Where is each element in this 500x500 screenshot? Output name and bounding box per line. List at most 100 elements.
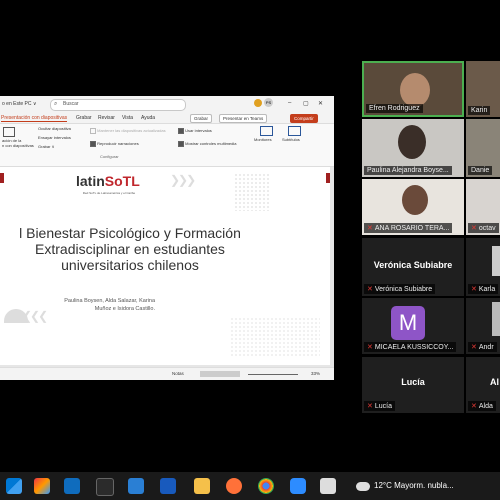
participant-name: ✕ MICAELA KUSSICCOY... — [364, 342, 457, 352]
share-button[interactable]: Compartir — [290, 114, 318, 123]
from-slides-label[interactable]: ación de la n con diapositivas — [2, 138, 34, 148]
show-media-controls-checkbox[interactable]: Mostrar controles multimedia — [178, 141, 236, 147]
participant-tile-octav[interactable]: ✕ octav — [466, 179, 500, 235]
keep-updated-checkbox[interactable]: Mantener las diapositivas actualizadas — [90, 128, 166, 134]
maximize-icon[interactable]: ▢ — [303, 100, 309, 107]
participant-tile-ana[interactable]: ✕ ANA ROSARIO TERA... — [362, 179, 464, 235]
file-explorer-icon[interactable] — [194, 478, 210, 494]
shared-powerpoint-window: o en Este PC ∨ ⌕ Buscar PS – ▢ ✕ Present… — [0, 96, 334, 380]
play-narrations-checkbox[interactable]: Reproducir narraciones — [90, 141, 139, 147]
participant-name: ✕ octav — [468, 223, 499, 233]
participant-name: ✕ Lucía — [364, 401, 395, 411]
tab-slideshow[interactable]: Presentación con diapositivas — [1, 115, 68, 122]
red-accent-bar — [0, 173, 4, 183]
mic-muted-icon: ✕ — [367, 344, 373, 351]
slide-title: l Bienestar Psicológico y Formación Extr… — [19, 225, 241, 273]
search-input[interactable]: ⌕ Buscar — [50, 99, 186, 111]
minimize-icon[interactable]: – — [288, 100, 291, 106]
paint-icon[interactable] — [320, 478, 336, 494]
participant-tile-efren[interactable]: Efren Rodriguez — [362, 61, 464, 117]
logo-subtitle: Red SoTL de Latinoamérica y el Caribe — [82, 191, 136, 195]
tab-help[interactable]: Ayuda — [141, 115, 155, 121]
mic-muted-icon: ✕ — [367, 286, 373, 293]
slide-authors: Paulina Boysen, Alda Salazar, Karina Muñ… — [64, 298, 155, 312]
avatar: M — [391, 306, 425, 340]
zoom-level[interactable]: 33% — [311, 371, 320, 376]
record-dropdown[interactable]: Grabar ∨ — [38, 144, 55, 149]
participant-display-name: Verónica Subiabre — [373, 260, 453, 270]
alert-icon[interactable] — [254, 99, 262, 107]
red-accent-bar-right — [326, 173, 330, 183]
chevrons-decoration: ❯❯❯ — [170, 173, 196, 187]
subtitles-button[interactable]: Subtítulos — [282, 137, 300, 142]
notes-button[interactable]: Notas — [172, 371, 184, 376]
zoom-slider[interactable] — [248, 374, 298, 375]
rehearse-timings-button[interactable]: Ensayar intervalos — [38, 135, 71, 140]
participant-photo — [492, 302, 500, 336]
participant-tile-veronica[interactable]: Verónica Subiabre ✕ Verónica Subiabre — [362, 238, 464, 296]
slide-canvas: latinSoTL Red SoTL de Latinoamérica y el… — [0, 167, 334, 367]
slide[interactable]: latinSoTL Red SoTL de Latinoamérica y el… — [0, 167, 330, 365]
participant-tile-paulina[interactable]: Paulina Alejandra Boyse... — [362, 119, 464, 177]
monitors-button[interactable]: Monitores — [254, 137, 272, 142]
zoom-icon[interactable] — [290, 478, 306, 494]
participant-video — [398, 125, 426, 159]
record-button[interactable]: Grabar — [190, 114, 213, 123]
participant-tile-karin[interactable]: Karin — [466, 61, 500, 117]
chevrons-left-decoration: ❮❮❮ — [22, 309, 48, 323]
close-icon[interactable]: ✕ — [318, 100, 323, 107]
latin-sotl-logo: latinSoTL — [76, 173, 140, 189]
word-icon[interactable] — [160, 478, 176, 494]
slideshow-icon — [3, 127, 15, 137]
participant-video — [402, 185, 428, 215]
participant-tile-karla[interactable]: ✕ Karla — [466, 238, 500, 296]
dot-pattern — [234, 173, 270, 211]
outlook-icon[interactable] — [64, 478, 80, 494]
search-icon: ⌕ — [54, 101, 58, 107]
participant-name: Paulina Alejandra Boyse... — [364, 166, 452, 175]
participant-tile-alda[interactable]: Al ✕ Alda — [466, 357, 500, 413]
search-placeholder: Buscar — [63, 101, 79, 107]
copilot-icon[interactable] — [34, 478, 50, 494]
firefox-icon[interactable] — [226, 478, 242, 494]
chrome-icon[interactable] — [258, 478, 274, 494]
participant-name: Karin — [468, 106, 491, 115]
tab-view[interactable]: Vista — [122, 115, 133, 121]
avatar[interactable]: PS — [264, 98, 273, 107]
ppt-title-bar: o en Este PC ∨ ⌕ Buscar PS – ▢ ✕ — [0, 96, 334, 113]
monitor-icon — [260, 126, 273, 136]
participant-name: ✕ Karla — [468, 284, 499, 294]
task-view-icon[interactable] — [96, 478, 114, 496]
status-bar: Notas 33% — [0, 367, 334, 380]
ribbon: ación de la n con diapositivas Ocultar d… — [0, 124, 334, 167]
mic-muted-icon: ✕ — [471, 403, 477, 410]
participant-photo — [492, 246, 500, 276]
file-location[interactable]: o en Este PC ∨ — [2, 101, 37, 107]
mic-muted-icon: ✕ — [367, 403, 373, 410]
cloud-weather-icon — [356, 482, 370, 491]
mic-muted-icon: ✕ — [471, 225, 477, 232]
start-icon[interactable] — [6, 478, 22, 494]
participant-name: Efren Rodriguez — [366, 104, 423, 113]
use-timings-checkbox[interactable]: Usar intervalos — [178, 128, 212, 134]
mic-muted-icon: ✕ — [471, 286, 477, 293]
mic-muted-icon: ✕ — [471, 344, 477, 351]
dot-pattern-bottom — [230, 317, 320, 357]
taskbar: 12°C Mayorm. nubla... — [0, 472, 500, 500]
participant-tile-andr[interactable]: ✕ Andr — [466, 298, 500, 354]
view-buttons[interactable] — [200, 371, 240, 377]
configure-group-label: Configurar — [100, 154, 119, 159]
ribbon-tabs: Presentación con diapositivas Grabar Rev… — [0, 113, 334, 124]
edge-icon[interactable] — [128, 478, 144, 494]
participant-name: ✕ Verónica Subiabre — [364, 284, 436, 294]
participant-display-name: Al — [490, 377, 499, 387]
tab-review[interactable]: Revisar — [98, 115, 115, 121]
participant-tile-danie[interactable]: Danie — [466, 119, 500, 177]
participant-tile-lucia[interactable]: Lucía ✕ Lucía — [362, 357, 464, 413]
participant-tile-micaela[interactable]: M ✕ MICAELA KUSSICCOY... — [362, 298, 464, 354]
tab-record[interactable]: Grabar — [76, 115, 92, 121]
participant-name: ✕ ANA ROSARIO TERA... — [364, 223, 453, 233]
weather-widget[interactable]: 12°C Mayorm. nubla... — [374, 481, 454, 490]
hide-slide-button[interactable]: Ocultar diapositiva — [38, 126, 71, 131]
present-in-teams-button[interactable]: Presentar en Teams — [219, 114, 268, 123]
